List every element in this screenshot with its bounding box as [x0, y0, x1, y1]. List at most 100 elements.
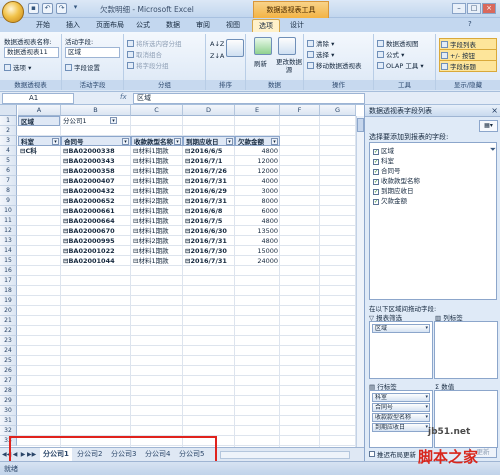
amount-cell[interactable]: 4800: [235, 146, 280, 156]
pivotchart-button[interactable]: 数据透视图: [377, 38, 419, 48]
payment-type-cell[interactable]: ⊟材料1期款: [131, 146, 183, 156]
tab-home[interactable]: 开始: [30, 19, 56, 32]
field-headers-button[interactable]: 字段标题: [439, 60, 497, 72]
tab-insert[interactable]: 插入: [60, 19, 86, 32]
change-source-button[interactable]: 更改数据源: [276, 58, 302, 74]
column-header[interactable]: F: [280, 105, 320, 116]
row-header[interactable]: 15: [0, 256, 17, 266]
tab-data[interactable]: 数据: [160, 19, 186, 32]
amount-cell[interactable]: 12000: [235, 156, 280, 166]
tab-view[interactable]: 视图: [220, 19, 246, 32]
contract-cell[interactable]: ⊟BA02000995: [61, 236, 131, 246]
row-header[interactable]: 19: [0, 296, 17, 306]
row-header[interactable]: 3: [0, 136, 17, 146]
row-header[interactable]: 25: [0, 356, 17, 366]
amount-cell[interactable]: 6000: [235, 206, 280, 216]
row-header[interactable]: 5: [0, 156, 17, 166]
filter-value-cell[interactable]: 分公司1 ▾: [61, 116, 119, 126]
checkbox-icon[interactable]: ✓: [373, 189, 379, 195]
row-header[interactable]: 6: [0, 166, 17, 176]
contract-cell[interactable]: ⊟BA02000664: [61, 216, 131, 226]
column-header[interactable]: G: [320, 105, 356, 116]
refresh-button[interactable]: 刷新: [254, 58, 267, 68]
contract-cell[interactable]: ⊟BA02001022: [61, 246, 131, 256]
checkbox-icon[interactable]: ✓: [373, 169, 379, 175]
dropdown-icon[interactable]: ▾: [425, 414, 428, 421]
dropdown-icon[interactable]: ▾: [425, 325, 428, 332]
row-header[interactable]: 8: [0, 186, 17, 196]
row-header[interactable]: 24: [0, 346, 17, 356]
vertical-scrollbar[interactable]: [356, 116, 364, 447]
column-labels-zone[interactable]: [434, 321, 498, 379]
payment-type-cell[interactable]: ⊟材料1期款: [131, 246, 183, 256]
refresh-icon[interactable]: [254, 37, 272, 55]
worksheet-grid[interactable]: ABCDEFG 1 2 3 4 5 6 7 8 9 10 11 12 13 14 15 16 17 18 19 20 2…: [0, 105, 364, 447]
maximize-icon[interactable]: □: [467, 3, 481, 14]
row-labels-zone[interactable]: 科室 ▾ 合同号 ▾ 收款款型名称 ▾ 到期应收日 ▾: [369, 390, 433, 448]
tab-options[interactable]: 选项: [252, 19, 280, 32]
active-field-input[interactable]: 区域: [65, 47, 120, 58]
group-selection-button[interactable]: 将所选内容分组: [127, 38, 182, 48]
contract-cell[interactable]: ⊟BA02000343: [61, 156, 131, 166]
due-date-cell[interactable]: ⊟2016/7/31: [183, 176, 235, 186]
due-date-cell[interactable]: ⊟2016/7/31: [183, 196, 235, 206]
contract-cell[interactable]: ⊟BA02000358: [61, 166, 131, 176]
checkbox-icon[interactable]: [369, 451, 375, 457]
tab-review[interactable]: 审阅: [190, 19, 216, 32]
checkbox-icon[interactable]: ✓: [373, 179, 379, 185]
zone-item-region[interactable]: 区域 ▾: [372, 324, 430, 333]
contract-cell[interactable]: ⊟BA02001044: [61, 256, 131, 266]
field-item[interactable]: ✓ 收款款型名称: [373, 177, 420, 186]
row-header[interactable]: 10: [0, 206, 17, 216]
qat-dropdown-icon[interactable]: ▾: [70, 3, 81, 14]
row-header[interactable]: 1: [0, 116, 17, 126]
payment-type-cell[interactable]: ⊟材料2期款: [131, 236, 183, 246]
funnel-filter-icon[interactable]: ⏷: [490, 145, 496, 155]
due-date-cell[interactable]: ⊟2016/7/31: [183, 256, 235, 266]
select-button[interactable]: 选择 ▾: [307, 49, 334, 59]
row-header[interactable]: 17: [0, 276, 17, 286]
amount-cell[interactable]: 4800: [235, 236, 280, 246]
clear-button[interactable]: 清除 ▾: [307, 38, 334, 48]
amount-cell[interactable]: 15000: [235, 246, 280, 256]
contract-cell[interactable]: ⊟BA02000338: [61, 146, 131, 156]
row-header[interactable]: 22: [0, 326, 17, 336]
row-header[interactable]: 12: [0, 226, 17, 236]
row-header[interactable]: 7: [0, 176, 17, 186]
ungroup-button[interactable]: 取消组合: [127, 49, 162, 59]
pivot-options-button[interactable]: 选项 ▾: [4, 62, 31, 72]
close-icon[interactable]: ×: [482, 3, 496, 14]
values-zone[interactable]: [434, 390, 498, 448]
contract-cell[interactable]: ⊟BA02000661: [61, 206, 131, 216]
row-header[interactable]: 13: [0, 236, 17, 246]
row-header[interactable]: 28: [0, 386, 17, 396]
move-pivot-button[interactable]: 移动数据透视表: [307, 60, 362, 70]
field-item[interactable]: ✓ 欠款金额: [373, 197, 407, 206]
due-date-cell[interactable]: ⊟2016/7/26: [183, 166, 235, 176]
save-icon[interactable]: ▪: [28, 3, 39, 14]
dropdown-icon[interactable]: ▾: [122, 138, 129, 145]
tab-design[interactable]: 设计: [284, 19, 310, 32]
field-settings-button[interactable]: 字段设置: [65, 62, 100, 72]
due-date-cell[interactable]: ⊟2016/6/8: [183, 206, 235, 216]
scroll-thumb[interactable]: [357, 118, 364, 132]
formula-input[interactable]: 区域: [133, 93, 365, 104]
header-due-date[interactable]: 到期应收日 ▾: [183, 136, 235, 146]
row-header[interactable]: 30: [0, 406, 17, 416]
dropdown-icon[interactable]: ▾: [174, 138, 181, 145]
due-date-cell[interactable]: ⊟2016/7/30: [183, 246, 235, 256]
row-header[interactable]: 23: [0, 336, 17, 346]
group-field-button[interactable]: 将字段分组: [127, 60, 169, 70]
due-date-cell[interactable]: ⊟2016/6/5: [183, 146, 235, 156]
field-item[interactable]: ✓ 科室: [373, 157, 394, 166]
contract-cell[interactable]: ⊟BA02000670: [61, 226, 131, 236]
field-item[interactable]: ✓ 到期应收日: [373, 187, 414, 196]
dropdown-icon[interactable]: ▾: [271, 138, 278, 145]
sort-za-button[interactable]: Z↓A: [210, 52, 224, 60]
payment-type-cell[interactable]: ⊟材料1期款: [131, 156, 183, 166]
checkbox-icon[interactable]: ✓: [373, 149, 379, 155]
formulas-button[interactable]: 公式 ▾: [377, 49, 404, 59]
payment-type-cell[interactable]: ⊟材料1期款: [131, 256, 183, 266]
row-header[interactable]: 14: [0, 246, 17, 256]
payment-type-cell[interactable]: ⊟材料1期款: [131, 176, 183, 186]
